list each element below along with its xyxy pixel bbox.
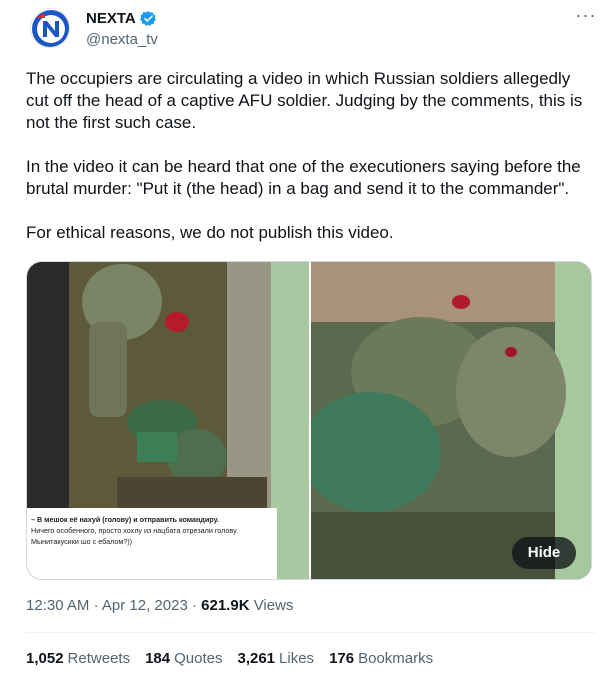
user-handle[interactable]: @nexta_tv: [86, 31, 158, 48]
tweet-paragraph: The occupiers are circulating a video in…: [26, 69, 583, 132]
bookmarks-count: 176: [329, 650, 355, 667]
retweets-stat[interactable]: 1,052 Retweets: [26, 650, 130, 667]
hide-button[interactable]: Hide: [512, 537, 576, 569]
name-row: NEXTA: [86, 10, 157, 27]
quotes-label: Quotes: [174, 650, 223, 667]
tweet-header: NEXTA @nexta_tv ···: [30, 6, 600, 52]
tweet-text: The occupiers are circulating a video in…: [26, 68, 596, 266]
likes-stat[interactable]: 3,261 Likes: [237, 650, 314, 667]
quotes-stat[interactable]: 184 Quotes: [145, 650, 222, 667]
engagement-stats: 1,052 Retweets 184 Quotes 3,261 Likes 176 Bo…: [26, 650, 433, 667]
media-image-right[interactable]: Hide: [301, 262, 591, 579]
photo-right-graphic: [301, 262, 591, 579]
media-image-left[interactable]: – В мешок её нахуй (голову) и отправить …: [27, 262, 309, 579]
likes-label: Likes: [279, 650, 315, 667]
quotes-count: 184: [145, 650, 171, 667]
retweets-count: 1,052: [26, 650, 64, 667]
bookmarks-stat[interactable]: 176 Bookmarks: [329, 650, 433, 667]
tweet-date[interactable]: Apr 12, 2023: [102, 597, 188, 614]
screenshot-caption: – В мешок её нахуй (голову) и отправить …: [27, 508, 277, 579]
caption-line: – В мешок её нахуй (голову) и отправить …: [31, 515, 219, 524]
meta-separator: ·: [191, 597, 202, 614]
tweet-time[interactable]: 12:30 AM: [26, 597, 89, 614]
tweet-meta: 12:30 AM · Apr 12, 2023 · 621.9K Views: [26, 597, 293, 614]
avatar[interactable]: [30, 8, 70, 48]
caption-line: Мынитакусики шо с ебалом?)): [31, 537, 133, 546]
more-options-icon[interactable]: ···: [572, 6, 600, 28]
divider-line: [26, 632, 596, 633]
tweet-paragraph: For ethical reasons, we do not publish t…: [26, 223, 394, 242]
caption-line: Ничего особенного, просто хохлу из нацба…: [31, 526, 238, 535]
views-label: Views: [253, 597, 294, 614]
meta-separator: ·: [93, 597, 102, 614]
nexta-logo-icon: [32, 10, 69, 47]
display-name[interactable]: NEXTA: [86, 10, 136, 27]
verified-badge-icon: [139, 11, 156, 26]
likes-count: 3,261: [237, 650, 276, 667]
retweets-label: Retweets: [67, 650, 131, 667]
views-count: 621.9K: [201, 597, 250, 614]
tweet-paragraph: In the video it can be heard that one of…: [26, 157, 581, 198]
media-attachment[interactable]: – В мешок её нахуй (голову) и отправить …: [26, 261, 592, 580]
bookmarks-label: Bookmarks: [358, 650, 434, 667]
